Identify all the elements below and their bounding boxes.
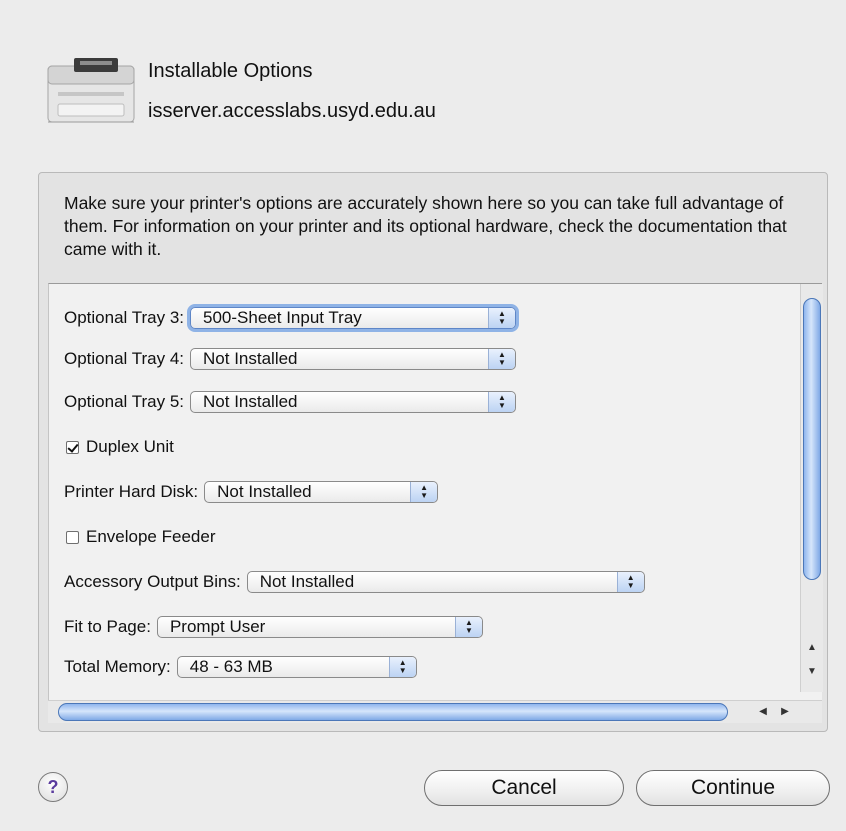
row-total-memory: Total Memory: 48 - 63 MB ▲ ▼ — [64, 656, 417, 678]
accessory-output-bins-popup[interactable]: Not Installed ▲ ▼ — [246, 571, 645, 593]
optional-tray-4-value: Not Installed — [203, 349, 298, 368]
optional-tray-5-popup[interactable]: Not Installed ▲ ▼ — [190, 391, 517, 413]
horizontal-scroll-thumb[interactable] — [58, 703, 728, 721]
duplex-unit-checkbox[interactable] — [66, 440, 79, 454]
updown-arrows-icon: ▲ ▼ — [488, 392, 516, 412]
vertical-scroll-thumb[interactable] — [803, 298, 821, 580]
row-optional-tray-5: Optional Tray 5: Not Installed ▲ ▼ — [64, 391, 517, 413]
printer-hard-disk-label: Printer Hard Disk: — [64, 482, 199, 501]
updown-arrows-icon: ▲ ▼ — [410, 482, 438, 502]
updown-arrows-icon: ▲ ▼ — [488, 308, 516, 328]
total-memory-popup[interactable]: 48 - 63 MB ▲ ▼ — [176, 656, 417, 678]
fit-to-page-label: Fit to Page: — [64, 617, 151, 636]
envelope-feeder-label: Envelope Feeder — [86, 527, 216, 546]
printer-hostname: isserver.accesslabs.usyd.edu.au — [148, 100, 436, 122]
updown-arrows-icon: ▲ ▼ — [616, 572, 644, 592]
accessory-output-bins-value: Not Installed — [259, 572, 355, 591]
scroll-down-arrow-icon[interactable]: ▼ — [801, 664, 823, 680]
fit-to-page-value: Prompt User — [169, 617, 266, 636]
scroll-right-arrow-icon[interactable]: ▶ — [776, 703, 794, 721]
row-optional-tray-3: Optional Tray 3: 500-Sheet Input Tray ▲ ▼ — [64, 307, 517, 329]
envelope-feeder-option[interactable]: Envelope Feeder — [66, 527, 215, 547]
horizontal-scrollbar[interactable]: ◀ ▶ — [48, 700, 822, 723]
scroll-up-arrow-icon[interactable]: ▲ — [801, 640, 823, 656]
printer-hard-disk-popup[interactable]: Not Installed ▲ ▼ — [204, 481, 439, 503]
row-printer-hard-disk: Printer Hard Disk: Not Installed ▲ ▼ — [64, 481, 439, 503]
duplex-unit-option[interactable]: Duplex Unit — [66, 437, 174, 457]
optional-tray-4-label: Optional Tray 4: — [64, 349, 185, 368]
printer-hard-disk-value: Not Installed — [217, 482, 312, 501]
optional-tray-4-popup[interactable]: Not Installed ▲ ▼ — [190, 348, 517, 370]
row-fit-to-page: Fit to Page: Prompt User ▲ ▼ — [64, 616, 483, 638]
row-accessory-output-bins: Accessory Output Bins: Not Installed ▲ ▼ — [64, 571, 645, 593]
total-memory-value: 48 - 63 MB — [189, 657, 273, 676]
printer-icon — [47, 58, 135, 123]
continue-button[interactable]: Continue — [636, 770, 830, 806]
optional-tray-5-label: Optional Tray 5: — [64, 392, 185, 411]
vertical-scrollbar[interactable]: ▲ ▼ — [800, 284, 823, 692]
updown-arrows-icon: ▲ ▼ — [488, 349, 516, 369]
updown-arrows-icon: ▲ ▼ — [454, 617, 482, 637]
optional-tray-3-popup[interactable]: 500-Sheet Input Tray ▲ ▼ — [190, 307, 517, 329]
optional-tray-5-value: Not Installed — [203, 392, 298, 411]
optional-tray-3-value: 500-Sheet Input Tray — [203, 308, 362, 327]
updown-arrows-icon: ▲ ▼ — [388, 657, 416, 677]
row-optional-tray-4: Optional Tray 4: Not Installed ▲ ▼ — [64, 348, 517, 370]
accessory-output-bins-label: Accessory Output Bins: — [64, 572, 241, 591]
scroll-left-arrow-icon[interactable]: ◀ — [754, 703, 772, 721]
dialog-title: Installable Options — [148, 60, 313, 82]
intro-text: Make sure your printer's options are acc… — [64, 193, 787, 259]
cancel-button[interactable]: Cancel — [424, 770, 624, 806]
duplex-unit-label: Duplex Unit — [86, 437, 174, 456]
help-button[interactable]: ? — [38, 772, 68, 802]
optional-tray-3-label: Optional Tray 3: — [64, 308, 185, 327]
fit-to-page-popup[interactable]: Prompt User ▲ ▼ — [156, 616, 483, 638]
total-memory-label: Total Memory: — [64, 657, 171, 676]
envelope-feeder-checkbox[interactable] — [66, 530, 79, 544]
